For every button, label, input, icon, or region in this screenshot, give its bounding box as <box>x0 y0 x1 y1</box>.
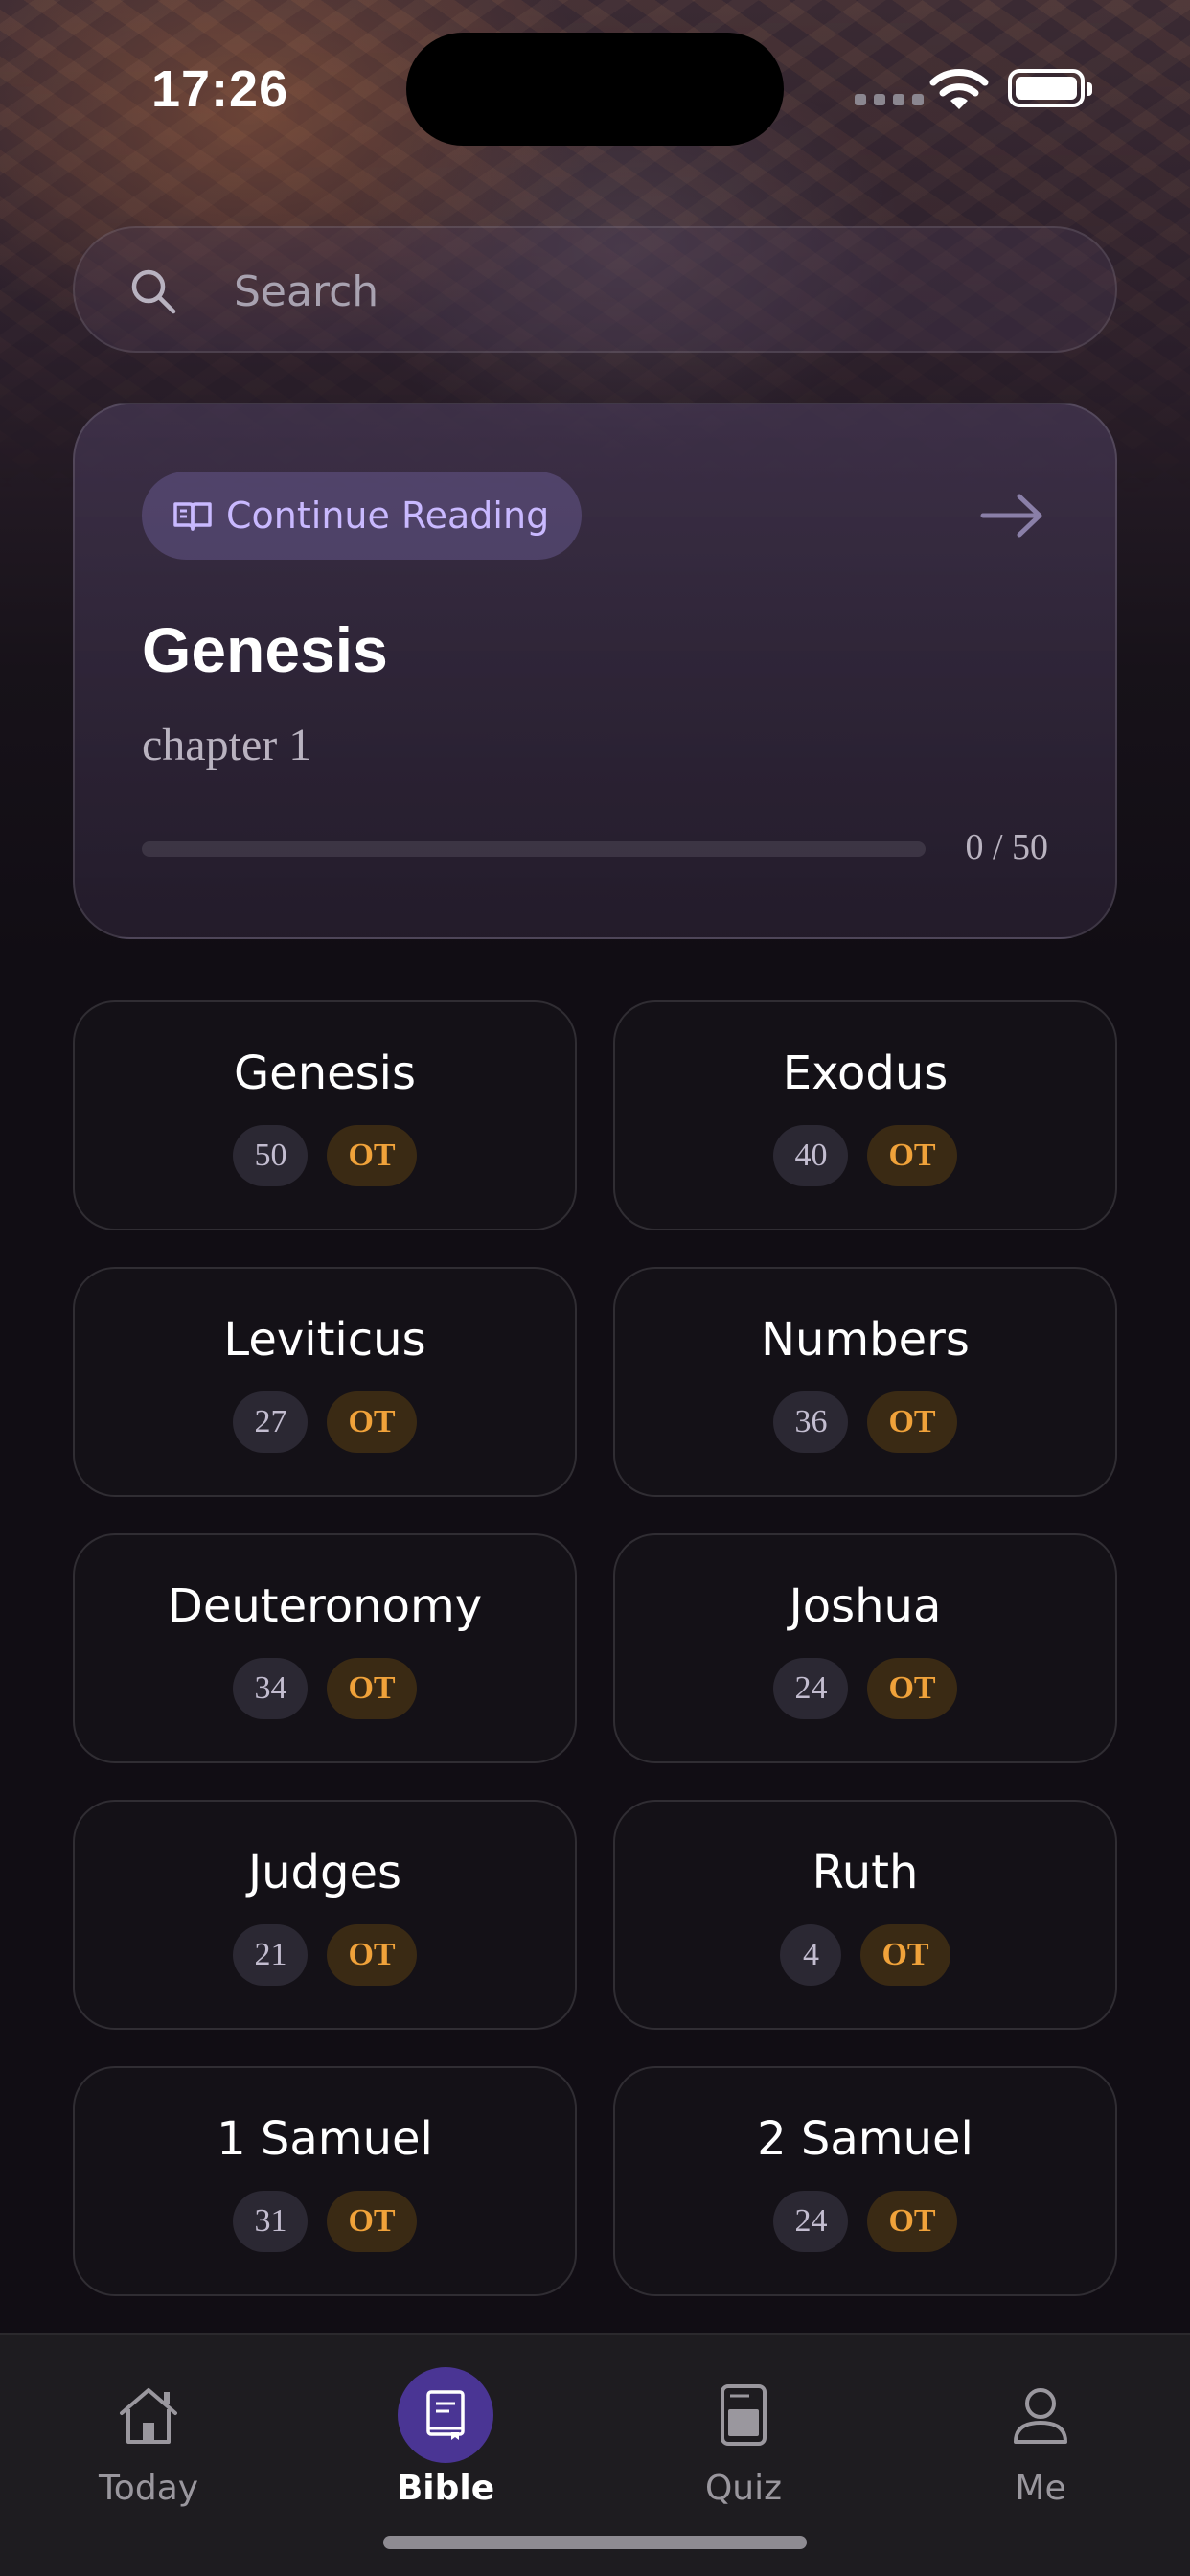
continue-book-title: Genesis <box>142 614 388 685</box>
testament-badge: OT <box>867 1125 957 1186</box>
book-card[interactable]: Deuteronomy 34 OT <box>73 1533 577 1763</box>
testament-badge: OT <box>327 1924 417 1986</box>
quiz-icon <box>721 2384 767 2446</box>
reading-progress-count: 0 / 50 <box>965 827 1048 867</box>
chapter-count-badge: 40 <box>773 1125 849 1186</box>
book-card[interactable]: Judges 21 OT <box>73 1800 577 2030</box>
continue-chapter: chapter 1 <box>142 720 312 770</box>
book-card[interactable]: 2 Samuel 24 OT <box>613 2066 1117 2296</box>
testament-badge: OT <box>327 2191 417 2252</box>
chapter-count-badge: 4 <box>780 1924 842 1986</box>
tab-today[interactable]: Today <box>0 2334 297 2517</box>
book-card[interactable]: Ruth 4 OT <box>613 1800 1117 2030</box>
tab-quiz[interactable]: Quiz <box>595 2334 892 2517</box>
bible-icon <box>426 2390 465 2440</box>
reading-progress-bar <box>142 841 926 857</box>
arrow-right-icon[interactable] <box>979 487 1046 544</box>
book-name: Numbers <box>761 1313 970 1367</box>
testament-badge: OT <box>327 1125 417 1186</box>
search-bar[interactable] <box>73 226 1117 353</box>
dynamic-island <box>406 33 784 146</box>
tab-label: Bible <box>396 2469 495 2508</box>
book-name: Leviticus <box>223 1313 426 1367</box>
book-name: 1 Samuel <box>217 2112 433 2166</box>
testament-badge: OT <box>867 1392 957 1453</box>
tab-bible[interactable]: Bible <box>297 2334 594 2517</box>
tab-label: Me <box>1015 2469 1066 2508</box>
cellular-signal-icon <box>855 94 924 105</box>
chapter-count-badge: 36 <box>773 1392 849 1453</box>
chapter-count-badge: 21 <box>233 1924 309 1986</box>
search-input[interactable] <box>234 257 1058 326</box>
wifi-icon <box>929 69 989 109</box>
status-time: 17:26 <box>151 60 289 118</box>
book-name: Judges <box>247 1846 402 1899</box>
continue-reading-label: Continue Reading <box>226 494 550 537</box>
book-name: Deuteronomy <box>167 1579 483 1633</box>
testament-badge: OT <box>327 1658 417 1719</box>
book-name: Genesis <box>233 1046 417 1100</box>
person-icon <box>1014 2388 1067 2444</box>
testament-badge: OT <box>327 1392 417 1453</box>
book-card[interactable]: Leviticus 27 OT <box>73 1267 577 1497</box>
open-book-icon <box>173 502 212 531</box>
tab-label: Quiz <box>704 2469 783 2508</box>
chapter-count-badge: 24 <box>773 1658 849 1719</box>
testament-badge: OT <box>860 1924 950 1986</box>
chapter-count-badge: 31 <box>233 2191 309 2252</box>
chapter-count-badge: 24 <box>773 2191 849 2252</box>
chapter-count-badge: 27 <box>233 1392 309 1453</box>
continue-reading-card[interactable]: Continue Reading Genesis chapter 1 0 / 5… <box>73 402 1117 939</box>
book-card[interactable]: Joshua 24 OT <box>613 1533 1117 1763</box>
book-card[interactable]: Numbers 36 OT <box>613 1267 1117 1497</box>
tab-label: Today <box>98 2469 199 2508</box>
search-icon <box>131 269 176 314</box>
testament-badge: OT <box>867 2191 957 2252</box>
books-grid: Genesis 50 OT Exodus 40 OT Leviticus 27 OT … <box>73 1000 1117 2563</box>
testament-badge: OT <box>867 1658 957 1719</box>
home-icon <box>120 2388 177 2444</box>
continue-reading-badge: Continue Reading <box>142 472 583 560</box>
book-name: Ruth <box>812 1846 919 1899</box>
book-name: Joshua <box>789 1579 942 1633</box>
battery-icon <box>1008 69 1092 107</box>
book-card[interactable]: Exodus 40 OT <box>613 1000 1117 1230</box>
book-name: 2 Samuel <box>757 2112 973 2166</box>
chapter-count-badge: 34 <box>233 1658 309 1719</box>
chapter-count-badge: 50 <box>233 1125 309 1186</box>
home-indicator <box>383 2536 807 2549</box>
book-name: Exodus <box>782 1046 949 1100</box>
book-card[interactable]: Genesis 50 OT <box>73 1000 577 1230</box>
tab-me[interactable]: Me <box>892 2334 1189 2517</box>
book-card[interactable]: 1 Samuel 31 OT <box>73 2066 577 2296</box>
